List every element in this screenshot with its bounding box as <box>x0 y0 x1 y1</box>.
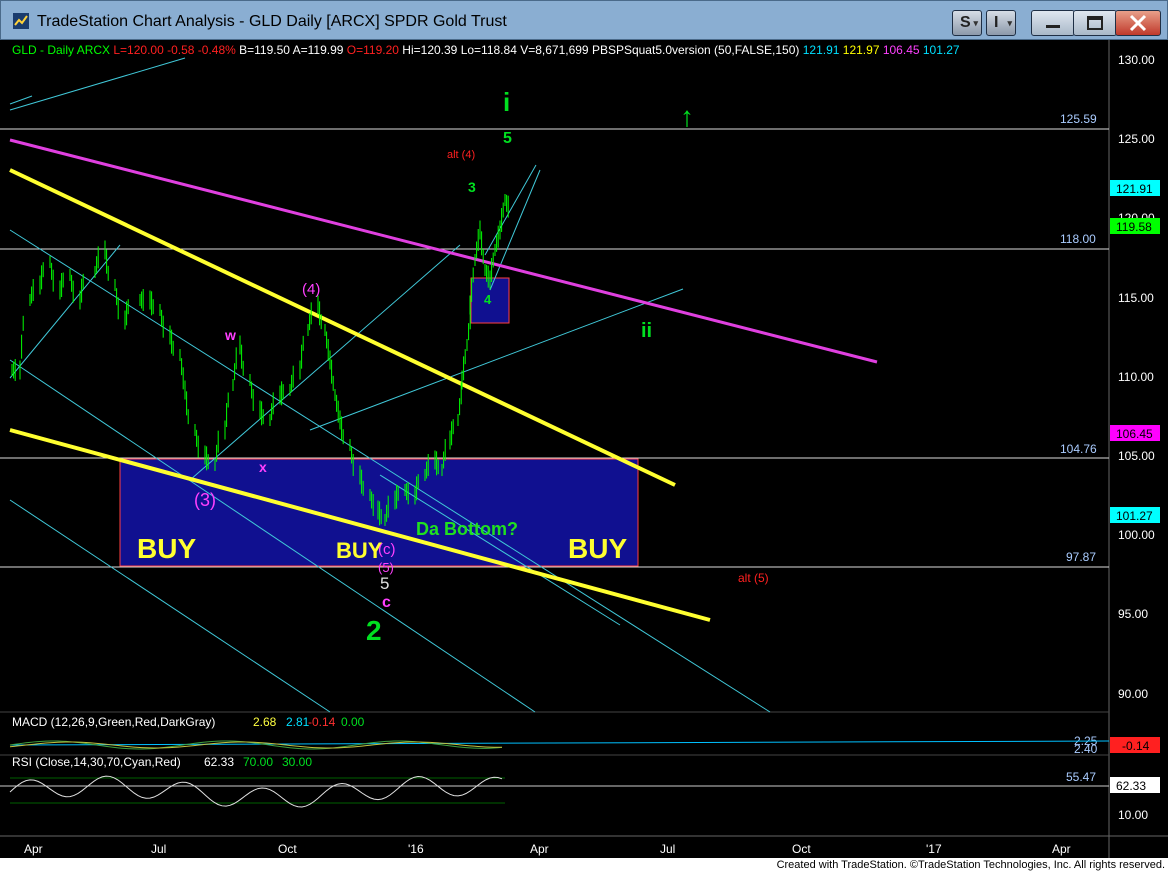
header-field: GLD - Daily <box>12 43 74 57</box>
header-field: -0.58 <box>164 43 195 57</box>
header-field: -0.48% <box>194 43 236 57</box>
interval-link-label: I <box>994 14 999 31</box>
app-icon <box>13 13 29 29</box>
chart-header: GLD - Daily ARCX L=120.00 -0.58 -0.48% B… <box>12 43 960 57</box>
time-tick: Oct <box>792 842 811 856</box>
time-tick: Jul <box>660 842 675 856</box>
chevron-down-icon: ▾ <box>1007 18 1012 28</box>
minimize-icon <box>1046 25 1060 28</box>
wave-x-label: x <box>259 459 267 475</box>
macd-value: 2.68 <box>253 715 277 729</box>
macd-hist: -0.14 <box>308 715 336 729</box>
rsi-axis-label: 10.00 <box>1118 808 1148 822</box>
buy-right-label: BUY <box>568 533 627 564</box>
time-tick: Oct <box>278 842 297 856</box>
arrow-up-icon: ↑ <box>680 101 694 132</box>
price-tick: 130.00 <box>1118 53 1155 67</box>
footer: Created with TradeStation. ©TradeStation… <box>0 858 1168 874</box>
price-tick: 105.00 <box>1118 449 1155 463</box>
price-tick: 100.00 <box>1118 528 1155 542</box>
price-marker: 101.27 <box>1116 509 1153 523</box>
price-tick: 115.00 <box>1118 291 1154 305</box>
price-tick: 90.00 <box>1118 687 1148 701</box>
close-icon <box>1129 14 1147 32</box>
copyright-text: Created with TradeStation. ©TradeStation… <box>776 859 1165 871</box>
maximize-button[interactable] <box>1073 10 1117 36</box>
macd-signal: 2.81 <box>286 715 310 729</box>
rsi-label: RSI (Close,14,30,70,Cyan,Red) <box>12 755 181 769</box>
header-field: O=119.20 <box>343 43 399 57</box>
wave-5-label: 5 <box>503 130 512 147</box>
price-marker: 106.45 <box>1116 427 1153 441</box>
wave-ii-label: ii <box>641 320 652 342</box>
time-tick: Apr <box>530 842 549 856</box>
time-tick: Apr <box>1052 842 1071 856</box>
header-field: 121.91 <box>799 43 839 57</box>
buy-mid-label: BUY <box>336 538 383 563</box>
interval-link-button[interactable]: I ▾ <box>986 10 1016 36</box>
alt4-label: alt (4) <box>447 149 475 161</box>
wave-w-label: w <box>224 327 236 343</box>
alt5-label: alt (5) <box>738 571 769 585</box>
level-label: 125.59 <box>1060 112 1097 126</box>
chevron-down-icon: ▾ <box>973 18 978 28</box>
maximize-icon <box>1087 16 1103 30</box>
macd-marker: -0.14 <box>1122 739 1150 753</box>
symbol-link-button[interactable]: S ▾ <box>952 10 982 36</box>
rsi-value: 62.33 <box>204 755 234 769</box>
price-tick: 110.00 <box>1118 370 1154 384</box>
header-field: 106.45 <box>880 43 920 57</box>
window-title: TradeStation Chart Analysis - GLD Daily … <box>37 13 507 30</box>
time-tick: Jul <box>151 842 166 856</box>
buy-left-label: BUY <box>137 533 196 564</box>
da-bottom-label: Da Bottom? <box>416 519 518 539</box>
wave-4-label: 4 <box>484 292 492 307</box>
wave-paren3-label: (3) <box>194 490 216 510</box>
header-field: 121.97 <box>839 43 879 57</box>
price-marker: 121.91 <box>1116 182 1153 196</box>
macd-label: MACD (12,26,9,Green,Red,DarkGray) <box>12 715 215 729</box>
header-field: 101.27 <box>920 43 960 57</box>
level-label: 97.87 <box>1066 550 1096 564</box>
header-field: B=119.50 <box>236 43 290 57</box>
header-field: V=8,671,699 <box>517 43 589 57</box>
macd-zero: 0.00 <box>341 715 365 729</box>
level-label: 118.00 <box>1060 232 1096 246</box>
header-field: L=120.00 <box>110 43 164 57</box>
macd-axis-label: 2.40 <box>1074 742 1098 756</box>
price-tick: 95.00 <box>1118 607 1148 621</box>
close-button[interactable] <box>1115 10 1161 36</box>
minimize-button[interactable] <box>1031 10 1075 36</box>
rsi-level-label: 55.47 <box>1066 770 1096 784</box>
chart-canvas[interactable]: 130.00 125.00 120.00 115.00 110.00 105.0… <box>0 40 1168 858</box>
time-tick: '17 <box>926 842 942 856</box>
symbol-link-label: S <box>960 14 971 31</box>
wave-3-label: 3 <box>468 179 476 195</box>
time-tick: Apr <box>24 842 43 856</box>
header-field: Lo=118.84 <box>457 43 517 57</box>
wave-i-label: i <box>503 87 510 117</box>
rsi-oversold: 30.00 <box>282 755 312 769</box>
wave-paren5-label: (5) <box>378 560 394 575</box>
wave-c-paren-label: (c) <box>378 541 396 558</box>
header-field: ARCX <box>74 43 110 57</box>
level-label: 104.76 <box>1060 442 1097 456</box>
time-tick: '16 <box>408 842 424 856</box>
wave-5-white-label: 5 <box>380 574 389 593</box>
title-bar: TradeStation Chart Analysis - GLD Daily … <box>0 0 1168 40</box>
header-field: A=119.99 <box>290 43 344 57</box>
header-field: Hi=120.39 <box>399 43 458 57</box>
rsi-overbought: 70.00 <box>243 755 273 769</box>
wave-c-label: c <box>382 594 391 611</box>
wave-2-label: 2 <box>366 615 382 646</box>
price-marker: 119.58 <box>1116 220 1152 234</box>
wave-paren4-label: (4) <box>302 281 320 298</box>
rsi-marker: 62.33 <box>1116 779 1146 793</box>
price-tick: 125.00 <box>1118 132 1155 146</box>
header-field: PBSPSquat5.0version (50,FALSE,150) <box>589 43 800 57</box>
